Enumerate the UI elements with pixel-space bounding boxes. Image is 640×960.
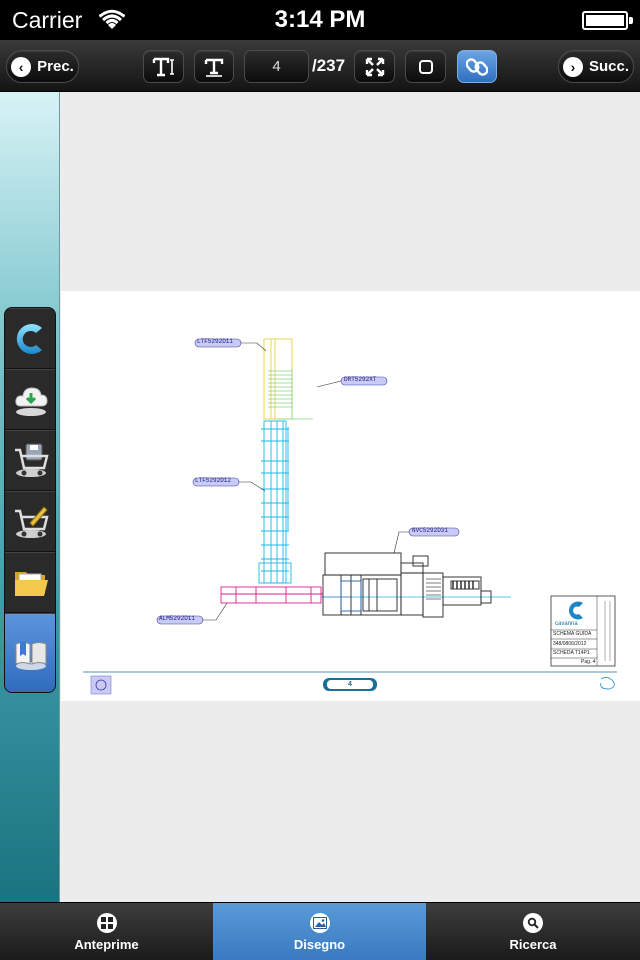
text-button[interactable]: [194, 50, 234, 83]
sidebar-item-cart-edit[interactable]: [5, 491, 55, 552]
title-block-line4: Pag. 4: [581, 659, 596, 665]
square-icon: [418, 59, 433, 74]
expand-icon: [365, 57, 384, 76]
callout-top-left: LTF5292D11: [197, 338, 234, 345]
callout-bottom-left: ALM5292D11: [159, 615, 196, 622]
prev-button-label: Prec.: [37, 58, 74, 75]
text-cursor-icon: [152, 57, 174, 76]
sidebar-item-cart-save[interactable]: [5, 430, 55, 491]
image-icon: [309, 912, 330, 933]
screen: Carrier 3:14 PM ‹ Prec. 4 /237 › Succ. L…: [0, 0, 640, 960]
sidebar-item-catalog[interactable]: [5, 613, 55, 692]
clock: 3:14 PM: [274, 6, 366, 33]
sidebar-item-download[interactable]: [5, 369, 55, 430]
callout-mid-left: LTF5292D12: [195, 477, 232, 484]
sidebar-item-home[interactable]: [5, 308, 55, 369]
tab-ricerca-label: Ricerca: [509, 936, 557, 952]
status-bar: Carrier 3:14 PM: [0, 0, 640, 40]
vertical-conveyor-top: [263, 338, 313, 420]
tab-disegno-label: Disegno: [293, 936, 346, 952]
technical-drawing: [83, 338, 617, 695]
title-block-line1: SCHEMA GUIDA: [553, 631, 592, 637]
page-number-input[interactable]: 4: [244, 50, 309, 83]
next-button[interactable]: › Succ.: [558, 50, 634, 83]
vertical-conveyor-bottom: [258, 420, 292, 584]
tab-bar: Anteprime Disegno Ricerca: [0, 902, 640, 960]
text-icon: [204, 58, 224, 77]
cart-save-icon: [15, 443, 49, 477]
folder-icon: [15, 571, 48, 596]
tab-anteprime[interactable]: Anteprime: [0, 903, 213, 960]
drawing-page[interactable]: LTF5292D11 DRT5292XT LTF5292D12 NVC5292D…: [61, 291, 640, 701]
fit-screen-button[interactable]: [354, 50, 395, 83]
title-block-line2: 348/0806/2012: [553, 641, 587, 647]
document-area[interactable]: LTF5292D11 DRT5292XT LTF5292D12 NVC5292D…: [61, 92, 640, 902]
frame-button[interactable]: [405, 50, 446, 83]
toolbar: ‹ Prec. 4 /237 › Succ.: [0, 40, 640, 92]
page-footer-number: 4: [348, 681, 352, 688]
cart-edit-icon: [15, 505, 49, 538]
book-icon: [15, 642, 47, 670]
logo-icon: [16, 323, 42, 354]
prev-button[interactable]: ‹ Prec.: [6, 50, 79, 83]
text-select-button[interactable]: [143, 50, 184, 83]
battery-icon: [582, 11, 633, 30]
grid-icon: [96, 912, 117, 933]
callout-top-right: DRT5292XT: [344, 376, 377, 383]
sidebar: [0, 92, 60, 902]
tab-anteprime-label: Anteprime: [74, 936, 139, 952]
link-icon: [466, 57, 488, 76]
sidebar-menu: [4, 307, 56, 693]
packaging-machine: [322, 552, 492, 618]
link-button[interactable]: [457, 50, 497, 83]
callout-right-unit: NVC5292D31: [412, 527, 449, 534]
chevron-left-icon: ‹: [11, 56, 32, 77]
chevron-right-icon: ›: [562, 56, 583, 77]
search-icon: [523, 912, 543, 933]
tab-ricerca[interactable]: Ricerca: [426, 903, 640, 960]
title-block-brand: cavanna: [555, 621, 578, 627]
page-total-label: /237: [312, 56, 346, 75]
next-button-label: Succ.: [588, 58, 630, 75]
sidebar-item-folder[interactable]: [5, 552, 55, 613]
tab-disegno[interactable]: Disegno: [213, 903, 426, 960]
infeed-conveyor: [220, 586, 351, 604]
title-block-line3: SCHEDA T14P1: [553, 650, 590, 656]
cloud-download-icon: [15, 386, 48, 416]
